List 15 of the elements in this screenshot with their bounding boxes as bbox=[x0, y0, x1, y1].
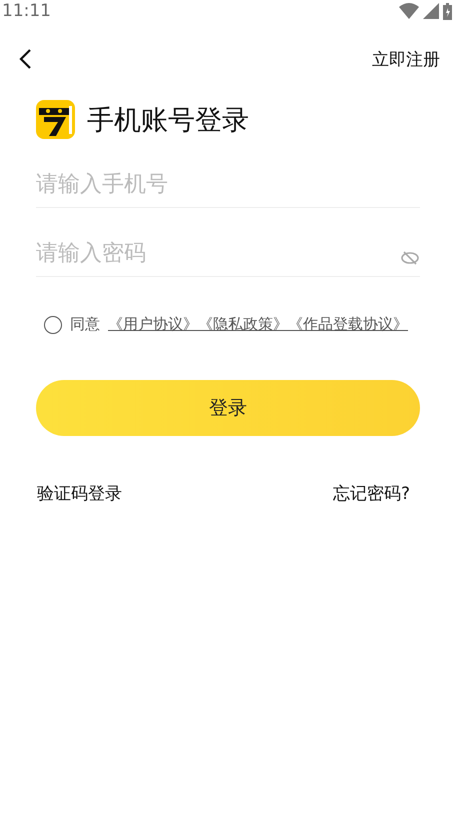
forgot-password-link[interactable]: 忘记密码? bbox=[332, 482, 410, 505]
signal-icon bbox=[423, 3, 439, 19]
status-time: 11:11 bbox=[2, 1, 51, 21]
agree-label: 同意 bbox=[70, 315, 100, 334]
battery-icon bbox=[443, 2, 452, 20]
agree-radio[interactable] bbox=[44, 316, 62, 334]
wifi-icon bbox=[399, 3, 419, 19]
page-title: 手机账号登录 bbox=[87, 104, 249, 138]
sms-login-link[interactable]: 验证码登录 bbox=[37, 482, 122, 505]
login-button[interactable]: 登录 bbox=[36, 380, 420, 436]
cat-logo-icon bbox=[36, 100, 75, 139]
register-link[interactable]: 立即注册 bbox=[372, 48, 440, 70]
agreement-link[interactable]: 《作品登载协议》 bbox=[288, 315, 408, 334]
agreement-link[interactable]: 《隐私政策》 bbox=[198, 315, 288, 334]
agreement-link[interactable]: 《用户协议》 bbox=[108, 315, 198, 334]
